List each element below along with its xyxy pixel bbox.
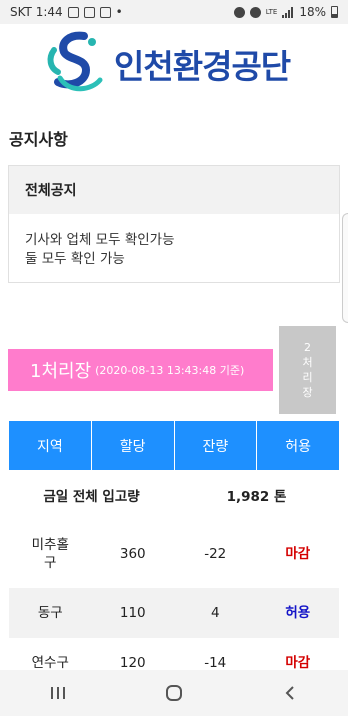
- table-header: 지역 할당 잔량 허용: [9, 421, 339, 470]
- region-line: 미추홀: [31, 537, 69, 553]
- quota-cell: 360: [119, 546, 146, 562]
- quota-table: 지역 할당 잔량 허용 금일 전체 입고량 1,982 톤 미추홀 구 360 …: [9, 421, 339, 688]
- table-row: 동구 110 4 허용: [9, 588, 339, 638]
- plant-tab-char: 2: [304, 341, 311, 354]
- photo-icon: [99, 6, 111, 18]
- carrier-time: SKT 1:44: [10, 5, 63, 19]
- notice-line: 둘 모두 확인 가능: [25, 251, 125, 267]
- signal-icon: [282, 6, 294, 18]
- plant-timestamp: (2020-08-13 13:43:48 기준): [95, 364, 245, 377]
- quota-cell: 110: [119, 605, 146, 621]
- navigation-bar: [0, 670, 348, 716]
- battery-percent: 18%: [299, 5, 326, 19]
- status-bar: SKT 1:44 • LTE 18%: [0, 0, 348, 24]
- recent-apps-icon: [51, 687, 65, 699]
- status-cell: 허용: [285, 605, 311, 621]
- plant-tab-1[interactable]: 1처리장 (2020-08-13 13:43:48 기준): [8, 349, 273, 391]
- more-dots-icon: •: [115, 5, 123, 19]
- logo: 인천환경공단: [40, 28, 308, 100]
- page-title: 공지사항: [9, 130, 68, 149]
- edge-panel-handle[interactable]: [342, 213, 348, 323]
- status-bar-right: LTE 18%: [233, 5, 338, 19]
- recent-apps-button[interactable]: [38, 678, 78, 708]
- column-header-remaining: 잔량: [174, 421, 258, 470]
- table-row: 미추홀 구 360 -22 마감: [9, 520, 339, 588]
- region-cell: 미추홀 구: [9, 536, 92, 572]
- status-bar-left: SKT 1:44 •: [10, 5, 123, 19]
- notice-body: 기사와 업체 모두 확인가능 둘 모두 확인 가능: [9, 214, 339, 269]
- total-label: 금일 전체 입고량: [43, 489, 140, 505]
- plant-tab-2[interactable]: 2 처 리 장: [279, 326, 336, 414]
- plant-tab-char: 리: [302, 371, 313, 384]
- network-label: LTE: [265, 8, 278, 16]
- column-header-status: 허용: [257, 421, 339, 470]
- region-cell: 동구: [37, 605, 63, 621]
- plant-tab-char: 처: [302, 356, 313, 369]
- notice-header: 전체공지: [9, 166, 339, 214]
- total-row: 금일 전체 입고량 1,982 톤: [9, 470, 339, 520]
- column-header-quota: 할당: [91, 421, 175, 470]
- logo-text: 인천환경공단: [114, 47, 291, 86]
- column-header-region: 지역: [9, 421, 92, 470]
- back-icon: [285, 686, 294, 700]
- image-icon: [83, 6, 95, 18]
- plant-tab-char: 장: [302, 386, 313, 399]
- mute-icon: [249, 6, 261, 18]
- plant-name: 1처리장: [30, 361, 92, 382]
- remaining-cell: -22: [204, 546, 227, 562]
- region-line: 구: [44, 555, 57, 571]
- home-button[interactable]: [154, 678, 194, 708]
- total-value: 1,982 톤: [226, 489, 287, 505]
- notice-line: 기사와 업체 모두 확인가능: [25, 232, 175, 248]
- home-icon: [166, 685, 182, 701]
- alarm-icon: [233, 6, 245, 18]
- status-cell: 마감: [285, 546, 311, 562]
- logo-emblem-icon: [47, 31, 103, 92]
- remaining-cell: 4: [210, 605, 220, 621]
- battery-icon: [331, 6, 338, 18]
- back-button[interactable]: [270, 678, 310, 708]
- notice-card: 전체공지 기사와 업체 모두 확인가능 둘 모두 확인 가능: [8, 165, 340, 283]
- chat-icon: [67, 6, 79, 18]
